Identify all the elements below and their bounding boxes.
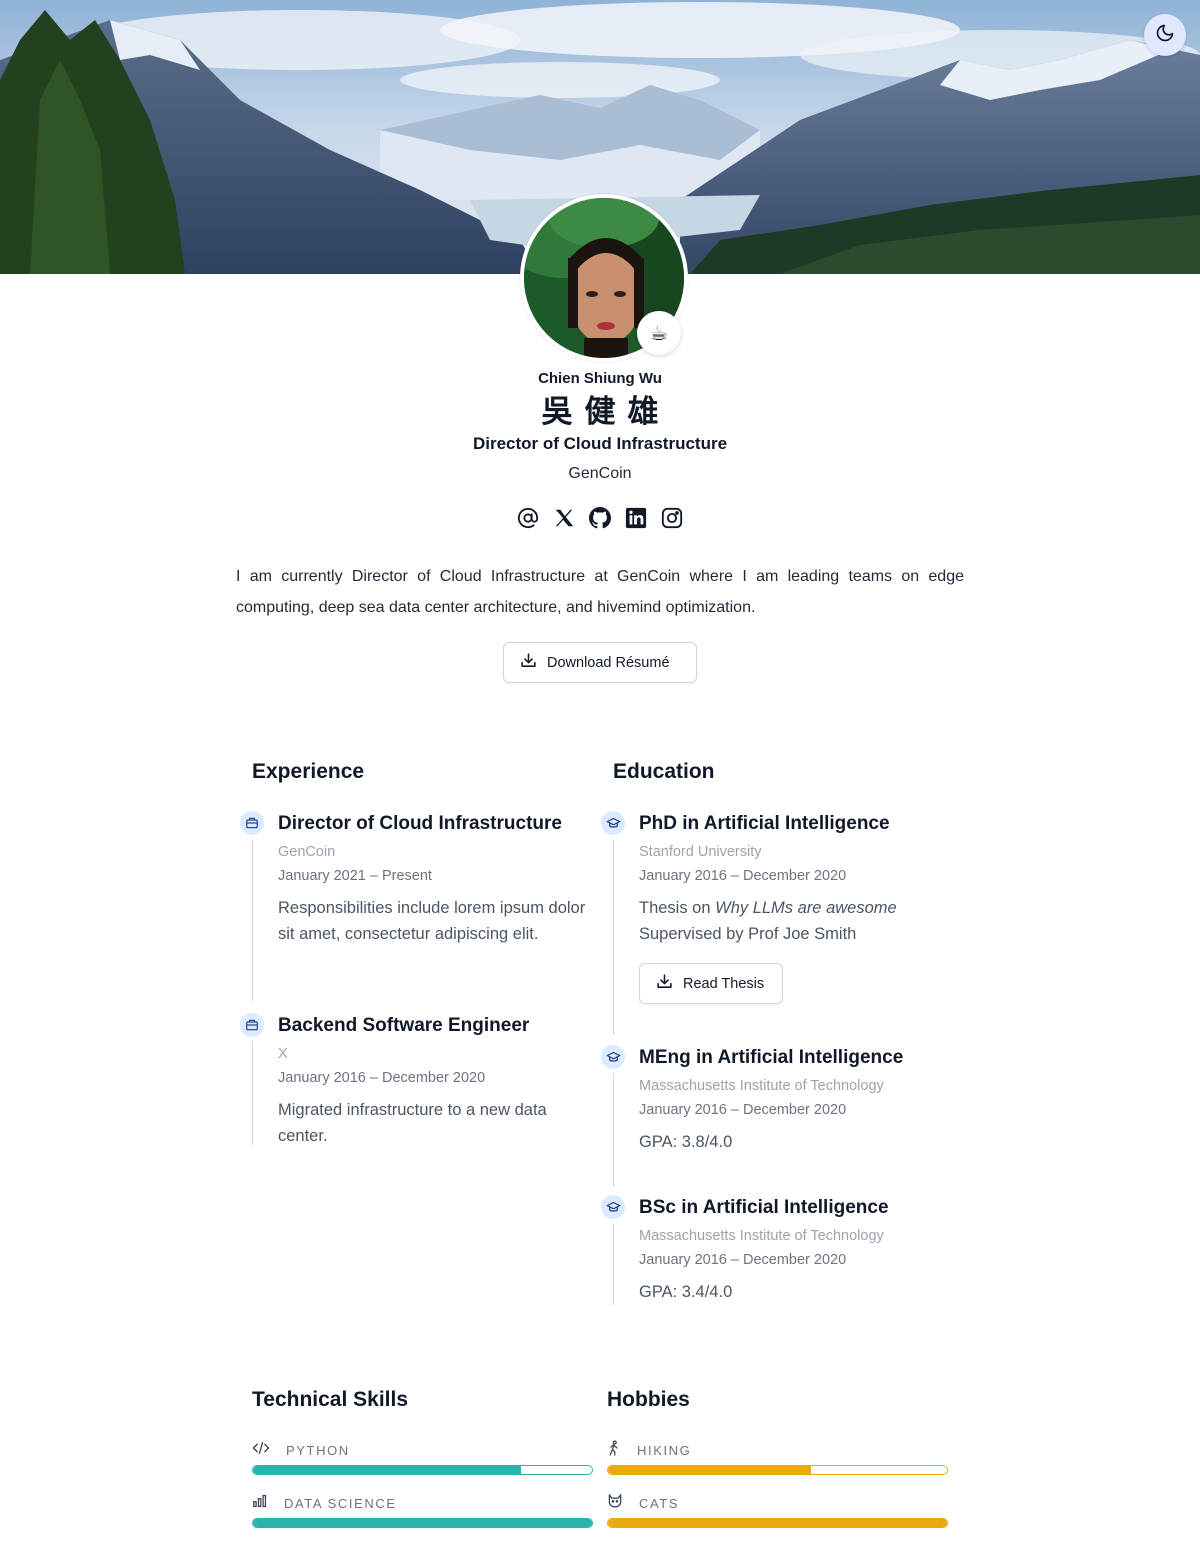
- education-institution: Stanford University: [639, 844, 762, 860]
- hobby-bar: [607, 1518, 948, 1528]
- profile-bio: I am currently Director of Cloud Infrast…: [236, 568, 964, 616]
- x-icon[interactable]: [552, 503, 576, 533]
- graduation-cap-icon: [601, 1195, 625, 1219]
- skill-bar: [252, 1465, 593, 1475]
- hobby-label: HIKING: [637, 1442, 692, 1458]
- theme-toggle-button[interactable]: [1144, 14, 1186, 56]
- cat-icon: [607, 1493, 623, 1513]
- skill-label: DATA SCIENCE: [284, 1495, 397, 1511]
- thesis-supervisor: Supervised by Prof Joe Smith: [639, 925, 857, 943]
- profile-name: Chien Shiung Wu: [538, 370, 662, 387]
- education-institution: Massachusetts Institute of Technology: [639, 1078, 884, 1094]
- download-icon: [520, 652, 537, 673]
- hobby-cats: CATS: [607, 1494, 948, 1528]
- hobby-hiking: HIKING: [607, 1440, 948, 1475]
- experience-title-text: Backend Software Engineer: [278, 1015, 530, 1036]
- download-icon: [656, 973, 673, 994]
- skill-bar: [252, 1518, 593, 1528]
- graduation-cap-icon: [601, 811, 625, 835]
- status-badge: ☕: [637, 311, 681, 355]
- timeline-line: [613, 1073, 614, 1187]
- moon-icon: [1155, 23, 1175, 48]
- skill-bar-fill: [253, 1466, 521, 1474]
- download-resume-button[interactable]: Download Résumé: [503, 642, 697, 683]
- graduation-cap-icon: [601, 1045, 625, 1069]
- profile-organization: GenCoin: [568, 465, 632, 482]
- experience-dates: January 2016 – December 2020: [278, 1070, 486, 1086]
- experience-company: GenCoin: [278, 844, 336, 860]
- linkedin-icon[interactable]: [624, 503, 648, 533]
- education-item: BSc in Artificial Intelligence Massachus…: [601, 1195, 953, 1305]
- education-dates: January 2016 – December 2020: [639, 1252, 847, 1268]
- experience-description: Responsibilities include lorem ipsum dol…: [278, 899, 586, 943]
- briefcase-icon: [240, 1013, 264, 1037]
- skill-bar-fill: [253, 1519, 592, 1527]
- thesis-prefix: Thesis on: [639, 899, 716, 917]
- timeline-line: [613, 839, 614, 1035]
- education-gpa: GPA: 3.8/4.0: [639, 1133, 733, 1151]
- coffee-icon: ☕: [650, 322, 668, 345]
- thesis-title: Why LLMs are awesome: [715, 899, 897, 917]
- bar-chart-icon: [252, 1494, 268, 1513]
- experience-title: Experience: [252, 760, 365, 783]
- education-dates: January 2016 – December 2020: [639, 1102, 847, 1118]
- hobby-bar-fill: [608, 1466, 812, 1474]
- experience-timeline: Director of Cloud Infrastructure GenCoin…: [240, 811, 592, 1153]
- read-thesis-button[interactable]: Read Thesis: [639, 963, 784, 1004]
- email-icon[interactable]: [516, 503, 540, 533]
- experience-dates: January 2021 – Present: [278, 868, 432, 884]
- education-timeline: PhD in Artificial Intelligence Stanford …: [601, 811, 953, 1305]
- hiking-icon: [607, 1440, 621, 1461]
- briefcase-icon: [240, 811, 264, 835]
- skill-data-science: DATA SCIENCE: [252, 1494, 593, 1528]
- education-item: MEng in Artificial Intelligence Massachu…: [601, 1045, 953, 1195]
- experience-company: X: [278, 1046, 288, 1062]
- education-degree: MEng in Artificial Intelligence: [639, 1047, 904, 1068]
- hobby-label: CATS: [639, 1495, 680, 1511]
- education-degree: PhD in Artificial Intelligence: [639, 813, 890, 834]
- education-degree: BSc in Artificial Intelligence: [639, 1197, 889, 1218]
- experience-title-text: Director of Cloud Infrastructure: [278, 813, 562, 834]
- skill-python: PYTHON: [252, 1441, 593, 1475]
- profile-name-native: 吳健雄: [541, 394, 671, 430]
- skill-label: PYTHON: [286, 1442, 350, 1458]
- instagram-icon[interactable]: [660, 503, 684, 533]
- education-title: Education: [613, 760, 715, 783]
- timeline-line: [252, 839, 253, 1001]
- skills-title: Technical Skills: [252, 1388, 409, 1411]
- hobbies-title: Hobbies: [607, 1388, 690, 1411]
- education-thesis: Thesis on Why LLMs are awesome Supervise…: [639, 895, 953, 947]
- education-dates: January 2016 – December 2020: [639, 868, 847, 884]
- experience-item: Director of Cloud Infrastructure GenCoin…: [240, 811, 592, 1013]
- experience-description: Migrated infrastructure to a new data ce…: [278, 1101, 547, 1145]
- education-institution: Massachusetts Institute of Technology: [639, 1228, 884, 1244]
- github-icon[interactable]: [588, 503, 612, 533]
- timeline-line: [613, 1223, 614, 1305]
- education-gpa: GPA: 3.4/4.0: [639, 1283, 733, 1301]
- profile-role: Director of Cloud Infrastructure: [472, 434, 728, 453]
- timeline-line: [252, 1041, 253, 1145]
- education-item: PhD in Artificial Intelligence Stanford …: [601, 811, 953, 1045]
- download-resume-label: Download Résumé: [547, 654, 670, 671]
- experience-item: Backend Software Engineer X January 2016…: [240, 1013, 592, 1153]
- read-thesis-label: Read Thesis: [683, 975, 765, 992]
- code-icon: [252, 1441, 270, 1460]
- social-links: [0, 503, 1200, 533]
- hobby-bar: [607, 1465, 948, 1475]
- hobby-bar-fill: [608, 1519, 947, 1527]
